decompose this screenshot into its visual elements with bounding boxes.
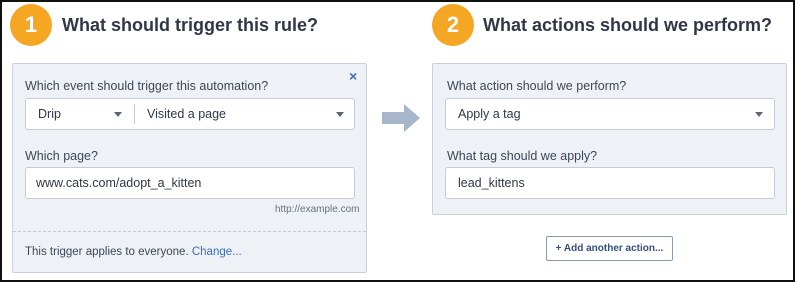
close-icon[interactable]: × bbox=[349, 68, 357, 84]
tag-input-value: lead_kittens bbox=[458, 176, 525, 190]
source-select[interactable]: Drip bbox=[26, 99, 134, 129]
chevron-down-icon bbox=[755, 112, 763, 117]
card-divider bbox=[13, 231, 366, 232]
chevron-down-icon bbox=[336, 112, 344, 117]
page-hint: http://example.com bbox=[275, 204, 360, 215]
page-input[interactable]: www.cats.com/adopt_a_kitten bbox=[25, 167, 355, 199]
chevron-down-icon bbox=[114, 112, 122, 117]
change-link[interactable]: Change... bbox=[192, 246, 242, 258]
trigger-scope-text: This trigger applies to everyone. Change… bbox=[25, 246, 242, 258]
trigger-card: × Which event should trigger this automa… bbox=[12, 63, 367, 273]
action-label: What action should we perform? bbox=[447, 79, 627, 93]
arrow-right-icon bbox=[382, 104, 420, 132]
event-select[interactable]: Visited a page bbox=[135, 99, 355, 129]
trigger-scope-label: This trigger applies to everyone. bbox=[25, 246, 189, 258]
step-2-title: What actions should we perform? bbox=[483, 15, 773, 35]
action-select[interactable]: Apply a tag bbox=[445, 98, 775, 130]
add-action-button[interactable]: + Add another action... bbox=[546, 236, 673, 261]
page-label: Which page? bbox=[25, 149, 98, 163]
step-2-badge: 2 bbox=[432, 4, 474, 46]
page-input-value: www.cats.com/adopt_a_kitten bbox=[36, 176, 202, 190]
event-label: Which event should trigger this automati… bbox=[25, 79, 269, 93]
tag-label: What tag should we apply? bbox=[447, 149, 598, 163]
action-card: What action should we perform? Apply a t… bbox=[432, 63, 787, 215]
action-select-value: Apply a tag bbox=[458, 107, 521, 121]
tag-input[interactable]: lead_kittens bbox=[445, 167, 775, 199]
source-select-value: Drip bbox=[38, 107, 61, 121]
app-frame: 1 What should trigger this rule? × Which… bbox=[0, 0, 795, 282]
step-1-badge: 1 bbox=[10, 4, 52, 46]
event-select-group: Drip Visited a page bbox=[25, 98, 355, 130]
event-select-value: Visited a page bbox=[147, 107, 226, 121]
step-1-title: What should trigger this rule? bbox=[62, 15, 318, 35]
